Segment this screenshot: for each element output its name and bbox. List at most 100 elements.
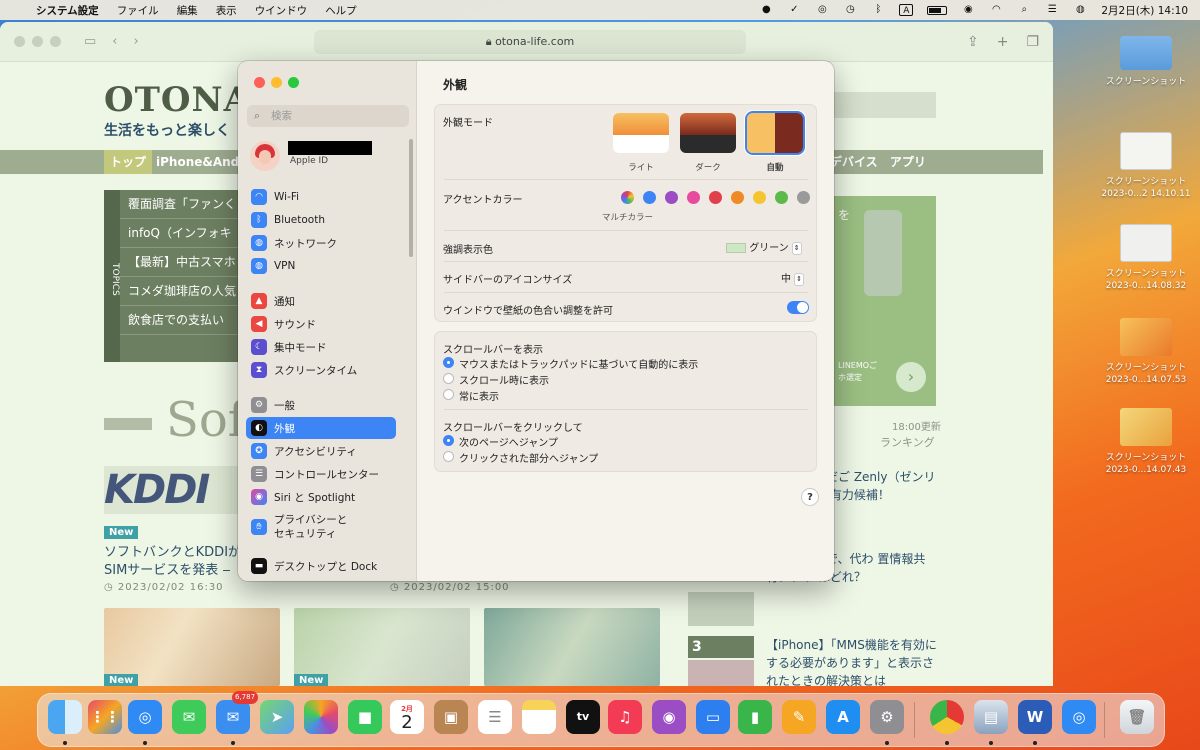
desktop-file-screenshot[interactable]: スクリーンショット 2023-0...14.07.53 bbox=[1098, 318, 1194, 386]
messages-icon[interactable]: ✉︎ bbox=[172, 700, 206, 734]
sidebar-item-accessibility[interactable]: ✪ アクセシビリティ bbox=[246, 440, 396, 462]
menu-window[interactable]: ウインドウ bbox=[255, 3, 308, 18]
accent-purple-swatch[interactable] bbox=[665, 191, 678, 204]
ranking-article[interactable]: 【iPhone】「MMS機能を有効に する必要があります」と表示さ れたときの解… bbox=[766, 636, 941, 686]
article-thumbnail[interactable] bbox=[484, 608, 660, 686]
menu-help[interactable]: ヘルプ bbox=[325, 3, 357, 18]
control-center-icon[interactable]: ☰ bbox=[1045, 4, 1059, 16]
music-icon[interactable]: ♫ bbox=[608, 700, 642, 734]
topic-item[interactable]: infoQ（インフォキ bbox=[120, 219, 254, 248]
ranking-thumbnail[interactable] bbox=[688, 660, 754, 686]
apple-tv-icon[interactable]: tv bbox=[566, 700, 600, 734]
menu-view[interactable]: 表示 bbox=[216, 3, 237, 18]
safari-download-icon[interactable]: ◎ bbox=[1062, 700, 1096, 734]
mode-dark-thumbnail[interactable] bbox=[680, 113, 736, 153]
help-button[interactable]: ? bbox=[801, 488, 819, 506]
record-icon[interactable]: ● bbox=[759, 4, 773, 16]
accent-graphite-swatch[interactable] bbox=[797, 191, 810, 204]
app-store-icon[interactable]: A bbox=[826, 700, 860, 734]
sidebar-icon-size-popup[interactable]: 中 ⇕ bbox=[781, 270, 804, 286]
system-settings-icon[interactable]: ⚙ bbox=[870, 700, 904, 734]
sidebar-item-siri-spotlight[interactable]: ◉ Siri と Spotlight bbox=[246, 486, 396, 508]
status-check-icon[interactable]: ✓ bbox=[787, 4, 801, 16]
zoom-button[interactable] bbox=[288, 77, 299, 88]
user-icon[interactable]: ◉ bbox=[961, 4, 975, 16]
sidebar-item-control-center[interactable]: ☰ コントロールセンター bbox=[246, 463, 396, 485]
maps-icon[interactable]: ➤ bbox=[260, 700, 294, 734]
zoom-button[interactable] bbox=[50, 36, 61, 47]
safari-icon[interactable]: ◎ bbox=[128, 700, 162, 734]
back-icon[interactable]: ‹ bbox=[112, 34, 117, 49]
close-button[interactable] bbox=[14, 36, 25, 47]
spotlight-search-icon[interactable]: ⌕ bbox=[1017, 4, 1031, 16]
mode-light-thumbnail[interactable] bbox=[613, 113, 669, 153]
sidebar-item-screen-time[interactable]: ⧗ スクリーンタイム bbox=[246, 359, 396, 381]
address-bar[interactable]: 🔒︎ otona-life.com bbox=[314, 30, 746, 54]
sidebar-item-general[interactable]: ⚙ 一般 bbox=[246, 394, 396, 416]
kddi-logo-image[interactable]: KDDI bbox=[104, 466, 238, 514]
highlight-color-popup[interactable]: グリーン ⇕ bbox=[726, 239, 802, 255]
mode-auto-thumbnail[interactable] bbox=[747, 113, 803, 153]
time-machine-icon[interactable]: ◷ bbox=[843, 4, 857, 16]
sidebar-toggle-icon[interactable]: ▭ bbox=[84, 34, 96, 49]
accent-yellow-swatch[interactable] bbox=[753, 191, 766, 204]
preview-icon[interactable]: ▤ bbox=[974, 700, 1008, 734]
click-spot-radio[interactable] bbox=[443, 451, 454, 462]
minimize-button[interactable] bbox=[271, 77, 282, 88]
tabs-overview-icon[interactable]: ❐ bbox=[1026, 34, 1039, 50]
scroll-always-radio[interactable] bbox=[443, 389, 454, 400]
sidebar-item-privacy-security[interactable]: ✋︎ プライバシーと セキュリティ bbox=[246, 512, 396, 542]
scroll-when-scrolling-radio[interactable] bbox=[443, 373, 454, 384]
airplay-icon[interactable]: ◎ bbox=[815, 4, 829, 16]
notes-icon[interactable] bbox=[522, 700, 556, 734]
desktop-file-screenshot[interactable]: スクリーンショット 2023-0...14.07.43 bbox=[1098, 408, 1194, 476]
topic-item[interactable]: 飲食店での支払い bbox=[120, 306, 254, 335]
accent-multicolor-swatch[interactable] bbox=[621, 191, 634, 204]
calendar-icon[interactable]: 2月 2 bbox=[390, 700, 424, 734]
menu-file[interactable]: ファイル bbox=[117, 3, 159, 18]
menu-clock[interactable]: 2月2日(木) 14:10 bbox=[1101, 3, 1188, 18]
photos-icon[interactable] bbox=[304, 700, 338, 734]
topic-item[interactable]: 【最新】中古スマホ bbox=[120, 248, 254, 277]
advertisement[interactable]: を LINEMOご ホ選定 › bbox=[830, 196, 936, 406]
trash-icon[interactable]: 🗑︎ bbox=[1120, 700, 1154, 734]
minimize-button[interactable] bbox=[32, 36, 43, 47]
contacts-icon[interactable]: ▣ bbox=[434, 700, 468, 734]
nav-iphone-android[interactable]: iPhone&And bbox=[156, 150, 239, 174]
sidebar-item-notifications[interactable]: ▲ 通知 bbox=[246, 290, 396, 312]
desktop-file-screenshot[interactable]: スクリーンショット 2023-0...2 14.10.11 bbox=[1098, 132, 1194, 200]
click-next-page-radio[interactable] bbox=[443, 435, 454, 446]
mail-icon[interactable]: ✉ bbox=[216, 700, 250, 734]
sidebar-item-bluetooth[interactable]: ᛒ Bluetooth bbox=[246, 209, 396, 231]
close-button[interactable] bbox=[254, 77, 265, 88]
wallpaper-tint-toggle[interactable] bbox=[787, 301, 809, 314]
sidebar-item-network[interactable]: ◍ ネットワーク bbox=[246, 232, 396, 254]
sidebar-item-sound[interactable]: ◀ サウンド bbox=[246, 313, 396, 335]
accent-red-swatch[interactable] bbox=[709, 191, 722, 204]
ranking-thumbnail[interactable] bbox=[688, 592, 754, 626]
sidebar-item-desktop-dock[interactable]: ▬ デスクトップと Dock bbox=[246, 555, 396, 577]
topic-item[interactable]: 覆面調査「ファンく bbox=[120, 190, 254, 219]
keynote-icon[interactable]: ▭ bbox=[696, 700, 730, 734]
ad-arrow-icon[interactable]: › bbox=[896, 362, 926, 392]
article-title[interactable]: ソフトバンクとKDDIが SIMサービスを発表 ‒ bbox=[104, 544, 244, 580]
chrome-icon[interactable] bbox=[930, 700, 964, 734]
launchpad-icon[interactable]: ⋮⋮ bbox=[88, 700, 122, 734]
sidebar-item-vpn[interactable]: ◍ VPN bbox=[246, 255, 396, 277]
new-tab-icon[interactable]: + bbox=[997, 34, 1009, 50]
sidebar-scrollbar[interactable] bbox=[409, 139, 413, 257]
accent-orange-swatch[interactable] bbox=[731, 191, 744, 204]
sidebar-item-wifi[interactable]: ◠ Wi-Fi bbox=[246, 186, 396, 208]
word-icon[interactable]: W bbox=[1018, 700, 1052, 734]
reminders-icon[interactable]: ☰ bbox=[478, 700, 512, 734]
facetime-icon[interactable]: ■ bbox=[348, 700, 382, 734]
share-icon[interactable]: ⇪ bbox=[967, 34, 979, 50]
wifi-icon[interactable]: ◠ bbox=[989, 4, 1003, 16]
nav-top[interactable]: トップ bbox=[104, 150, 153, 174]
podcasts-icon[interactable]: ◉ bbox=[652, 700, 686, 734]
siri-icon[interactable]: ◍ bbox=[1073, 4, 1087, 16]
accent-pink-swatch[interactable] bbox=[687, 191, 700, 204]
menu-app-name[interactable]: システム設定 bbox=[36, 3, 99, 18]
numbers-icon[interactable]: ▮ bbox=[738, 700, 772, 734]
accent-green-swatch[interactable] bbox=[775, 191, 788, 204]
